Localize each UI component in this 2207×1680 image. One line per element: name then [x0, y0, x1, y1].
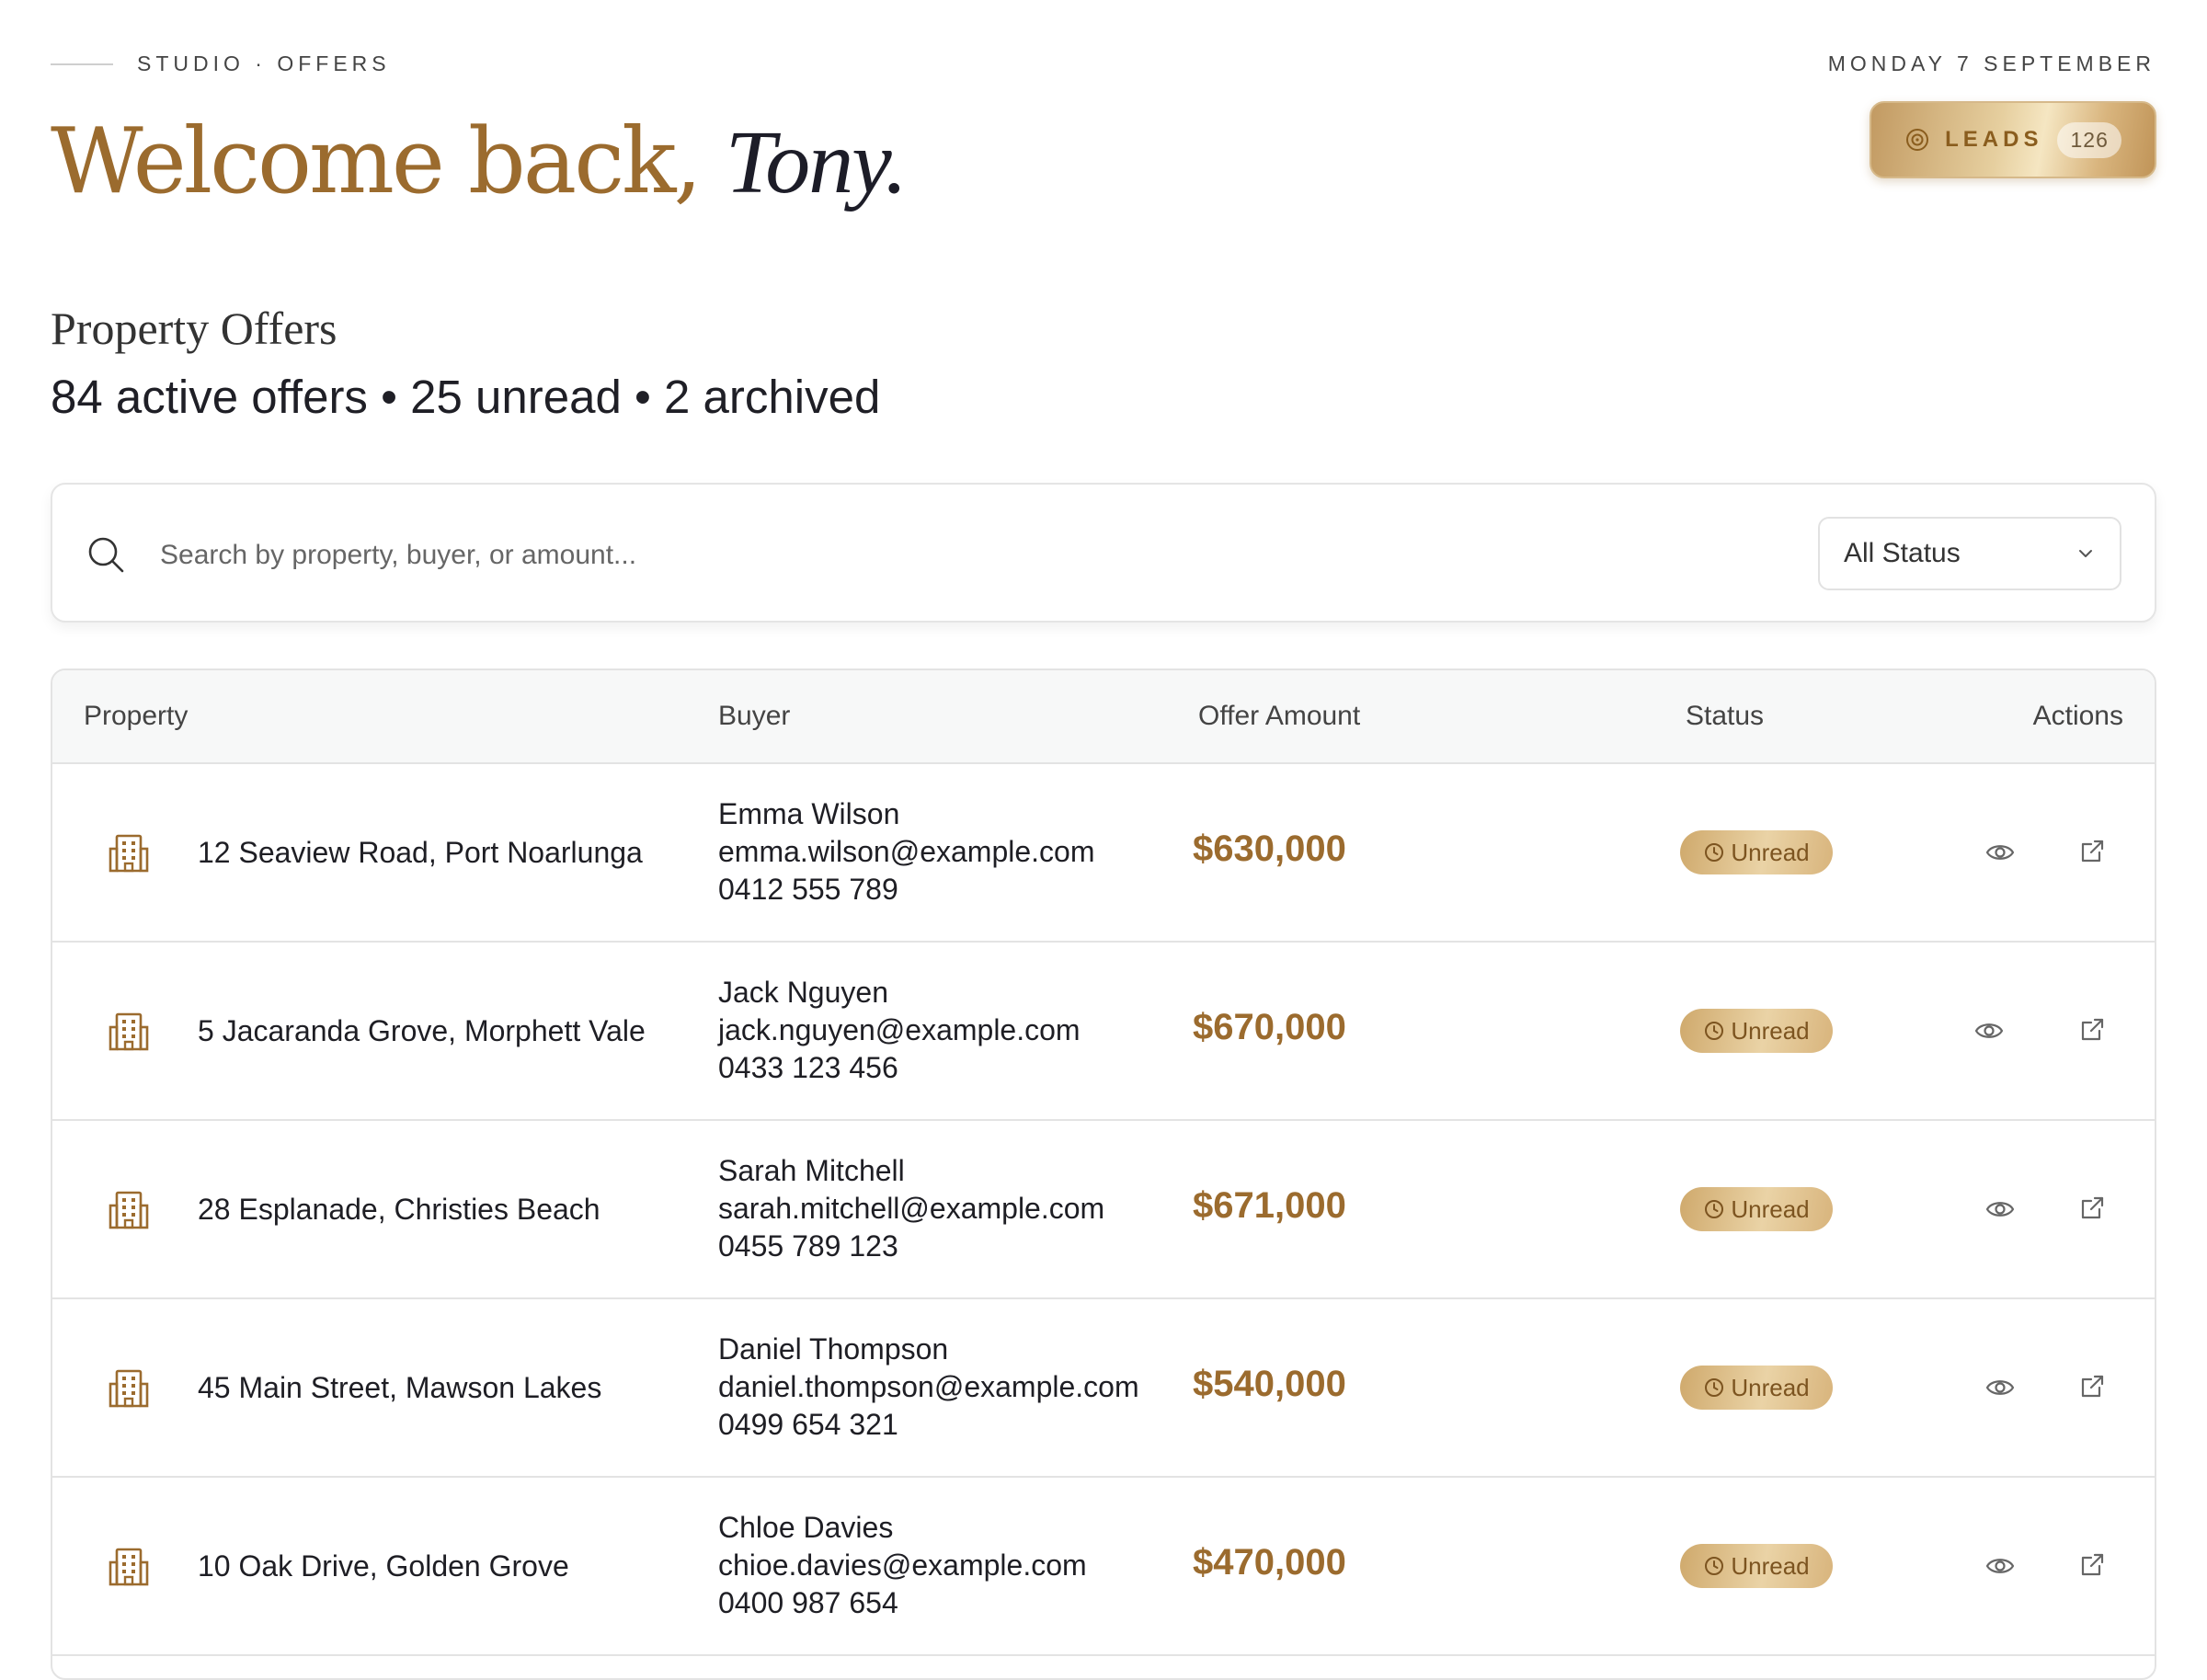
building-icon: [109, 1191, 149, 1229]
status-label: Unread: [1731, 838, 1810, 866]
buyer-email: sarah.mitchell@example.com: [718, 1192, 1105, 1225]
status-label: Unread: [1731, 1194, 1810, 1223]
offer-amount: $540,000: [1193, 1364, 1346, 1404]
leads-label: LEADS: [1945, 127, 2043, 152]
status-label: Unread: [1731, 1373, 1810, 1401]
buyer-name: Chloe Davies: [718, 1511, 894, 1544]
view-eye-icon[interactable]: [1984, 838, 2016, 867]
buyer-name: Jack Nguyen: [718, 976, 888, 1009]
view-eye-icon[interactable]: [1984, 1373, 2016, 1402]
buyer-details: Emma Wilson emma.wilson@example.com 0412…: [718, 795, 1095, 909]
buyer-details: Chloe Davies chioe.davies@example.com 04…: [718, 1509, 1087, 1622]
table-row[interactable]: 10 Oak Drive, Golden Grove Chloe Davies …: [52, 1478, 2155, 1656]
breadcrumb-text: STUDIO · OFFERS: [137, 51, 391, 75]
offer-amount: $670,000: [1193, 1007, 1346, 1047]
building-icon: [109, 1548, 149, 1586]
breadcrumb-rule: [51, 63, 113, 65]
clock-icon: [1705, 1557, 1724, 1575]
leads-button[interactable]: LEADS 126: [1870, 101, 2156, 178]
offer-amount: $630,000: [1193, 829, 1346, 869]
property-address: 45 Main Street, Mawson Lakes: [198, 1371, 602, 1404]
buyer-phone: 0499 654 321: [718, 1408, 898, 1441]
clock-icon: [1705, 1200, 1724, 1218]
leads-count-badge: 126: [2057, 121, 2121, 158]
external-link-icon[interactable]: [2077, 837, 2107, 866]
table-row[interactable]: 45 Main Street, Mawson Lakes Daniel Thom…: [52, 1299, 2155, 1478]
search-icon: [88, 537, 124, 573]
external-link-icon[interactable]: [2077, 1194, 2107, 1223]
buyer-details: Daniel Thompson daniel.thompson@example.…: [718, 1331, 1139, 1444]
section-title: Property Offers: [51, 303, 337, 354]
external-link-icon[interactable]: [2077, 1372, 2107, 1401]
view-eye-icon[interactable]: [1984, 1551, 2016, 1581]
building-icon: [109, 1369, 149, 1408]
building-icon: [109, 834, 149, 873]
status-label: Unread: [1731, 1551, 1810, 1580]
search-bar: All Status: [51, 483, 2156, 623]
target-icon: [1906, 129, 1929, 151]
offers-summary: 84 active offers • 25 unread • 2 archive…: [51, 371, 881, 423]
column-header-property: Property: [84, 701, 189, 731]
user-name: Tony.: [725, 113, 908, 212]
property-address: 12 Seaview Road, Port Noarlunga: [198, 836, 643, 869]
table-row[interactable]: 28 Esplanade, Christies Beach Sarah Mitc…: [52, 1121, 2155, 1299]
property-address: 28 Esplanade, Christies Beach: [198, 1193, 600, 1226]
status-filter-dropdown[interactable]: All Status: [1818, 517, 2121, 590]
buyer-email: emma.wilson@example.com: [718, 835, 1095, 868]
buyer-phone: 0400 987 654: [718, 1586, 898, 1619]
buyer-email: jack.nguyen@example.com: [718, 1013, 1081, 1046]
buyer-name: Sarah Mitchell: [718, 1154, 905, 1187]
view-eye-icon[interactable]: [1973, 1016, 2005, 1046]
offer-amount: $671,000: [1193, 1185, 1346, 1226]
clock-icon: [1705, 843, 1724, 862]
welcome-heading: Welcome back, Tony.: [51, 109, 908, 218]
search-input[interactable]: [158, 523, 1817, 588]
table-header: Property Buyer Offer Amount Status Actio…: [52, 670, 2155, 764]
buyer-email: daniel.thompson@example.com: [718, 1370, 1139, 1403]
table-row[interactable]: 5 Jacaranda Grove, Morphett Vale Jack Ng…: [52, 943, 2155, 1121]
clock-icon: [1705, 1378, 1724, 1397]
buyer-details: Jack Nguyen jack.nguyen@example.com 0433…: [718, 974, 1081, 1087]
status-badge: Unread: [1680, 830, 1833, 874]
offer-amount: $470,000: [1193, 1542, 1346, 1583]
buyer-name: Emma Wilson: [718, 797, 900, 830]
building-icon: [109, 1012, 149, 1051]
column-header-status: Status: [1686, 701, 1765, 731]
clock-icon: [1705, 1022, 1724, 1040]
status-badge: Unread: [1680, 1009, 1833, 1053]
offers-table: Property Buyer Offer Amount Status Actio…: [51, 669, 2156, 1680]
buyer-name: Daniel Thompson: [718, 1332, 949, 1366]
status-label: Unread: [1731, 1016, 1810, 1045]
buyer-email: chioe.davies@example.com: [718, 1549, 1087, 1582]
buyer-phone: 0455 789 123: [718, 1229, 898, 1263]
view-eye-icon[interactable]: [1984, 1194, 2016, 1224]
buyer-phone: 0433 123 456: [718, 1051, 898, 1084]
status-badge: Unread: [1680, 1366, 1833, 1410]
buyer-phone: 0412 555 789: [718, 873, 898, 906]
table-row[interactable]: 12 Seaview Road, Port Noarlunga Emma Wil…: [52, 764, 2155, 943]
column-header-buyer: Buyer: [718, 701, 791, 731]
chevron-down-icon: [2079, 550, 2092, 557]
buyer-details: Sarah Mitchell sarah.mitchell@example.co…: [718, 1152, 1104, 1265]
status-badge: Unread: [1680, 1544, 1833, 1588]
column-header-actions: Actions: [2032, 701, 2123, 731]
column-header-offer-amount: Offer Amount: [1198, 701, 1361, 731]
external-link-icon[interactable]: [2077, 1550, 2107, 1580]
external-link-icon[interactable]: [2077, 1015, 2107, 1045]
breadcrumb: STUDIO · OFFERS: [51, 51, 391, 76]
property-address: 10 Oak Drive, Golden Grove: [198, 1549, 569, 1583]
property-address: 5 Jacaranda Grove, Morphett Vale: [198, 1014, 646, 1047]
current-date: MONDAY 7 SEPTEMBER: [1827, 51, 2156, 75]
status-badge: Unread: [1680, 1187, 1833, 1231]
status-filter-value: All Status: [1844, 538, 1961, 568]
welcome-prefix: Welcome back,: [51, 109, 703, 214]
